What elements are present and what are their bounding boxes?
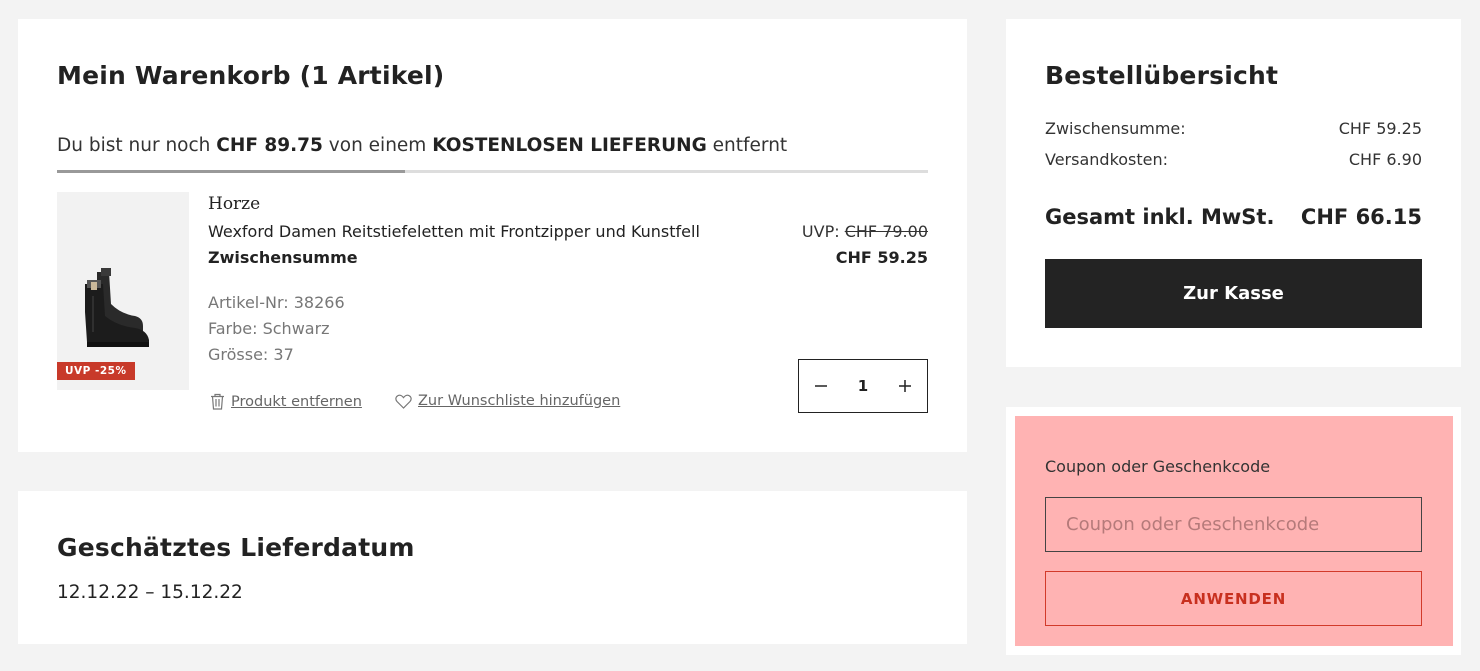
coupon-panel: Coupon oder Geschenkcode ANWENDEN (1006, 407, 1461, 655)
apply-coupon-button[interactable]: ANWENDEN (1045, 571, 1422, 626)
remove-product-link[interactable]: Produkt entfernen (210, 393, 362, 410)
heart-icon (395, 394, 412, 409)
coupon-label: Coupon oder Geschenkcode (1045, 457, 1271, 476)
summary-shipping-row: Versandkosten: CHF 6.90 (1045, 150, 1422, 169)
remove-product-label: Produkt entfernen (231, 393, 362, 410)
quantity-stepper: 1 (798, 359, 928, 413)
discount-badge: UVP -25% (57, 362, 135, 380)
summary-subtotal-value: CHF 59.25 (1338, 119, 1422, 138)
article-number: Artikel-Nr: 38266 (208, 293, 345, 312)
shipping-msg-middle: von einem (322, 135, 433, 156)
shipping-msg-amount: CHF 89.75 (216, 135, 323, 156)
uvp-price: UVP: CHF 79.00 (802, 222, 928, 241)
coupon-input[interactable] (1045, 497, 1422, 552)
cart-title: Mein Warenkorb (1 Artikel) (57, 61, 445, 90)
summary-total-row: Gesamt inkl. MwSt. CHF 66.15 (1045, 205, 1422, 229)
coupon-highlight-box: Coupon oder Geschenkcode ANWENDEN (1015, 416, 1453, 646)
summary-total-value: CHF 66.15 (1300, 205, 1422, 229)
progress-fill (57, 170, 406, 173)
boot-icon (85, 268, 149, 347)
product-name-link[interactable]: Wexford Damen Reitstiefeletten mit Front… (208, 222, 700, 241)
shipping-msg-prefix: Du bist nur noch (57, 135, 217, 156)
summary-total-label: Gesamt inkl. MwSt. (1045, 205, 1275, 229)
summary-title: Bestellübersicht (1045, 61, 1279, 90)
checkout-button[interactable]: Zur Kasse (1045, 259, 1422, 328)
summary-subtotal-row: Zwischensumme: CHF 59.25 (1045, 119, 1422, 138)
uvp-label: UVP: (801, 222, 845, 241)
product-image[interactable]: UVP -25% (57, 192, 189, 390)
wishlist-label: Zur Wunschliste hinzufügen (418, 393, 621, 409)
quantity-value[interactable]: 1 (858, 377, 868, 395)
free-shipping-progress-bar (57, 170, 928, 173)
plus-icon (899, 380, 911, 392)
decrease-quantity-button[interactable] (811, 376, 831, 396)
delivery-title: Geschätztes Lieferdatum (57, 533, 415, 562)
increase-quantity-button[interactable] (895, 376, 915, 396)
shipping-msg-suffix: entfernt (706, 135, 788, 156)
summary-shipping-label: Versandkosten: (1045, 150, 1169, 169)
free-shipping-message: Du bist nur noch CHF 89.75 von einem KOS… (57, 135, 787, 156)
product-brand: Horze (208, 194, 261, 214)
delivery-dates: 12.12.22 – 15.12.22 (57, 582, 243, 603)
delivery-panel: Geschätztes Lieferdatum 12.12.22 – 15.12… (18, 491, 967, 644)
item-subtotal-label: Zwischensumme (208, 248, 358, 267)
item-price: CHF 59.25 (835, 248, 928, 267)
cart-panel: Mein Warenkorb (1 Artikel) Du bist nur n… (18, 19, 967, 452)
add-to-wishlist-link[interactable]: Zur Wunschliste hinzufügen (395, 393, 620, 409)
shipping-msg-highlight: KOSTENLOSEN LIEFERUNG (432, 135, 707, 156)
trash-icon (211, 393, 224, 410)
order-summary-panel: Bestellübersicht Zwischensumme: CHF 59.2… (1006, 19, 1461, 367)
product-size: Grösse: 37 (208, 345, 294, 364)
product-color: Farbe: Schwarz (208, 319, 330, 338)
uvp-old-price: CHF 79.00 (844, 222, 928, 241)
summary-subtotal-label: Zwischensumme: (1045, 119, 1186, 138)
minus-icon (815, 385, 827, 387)
summary-shipping-value: CHF 6.90 (1348, 150, 1422, 169)
